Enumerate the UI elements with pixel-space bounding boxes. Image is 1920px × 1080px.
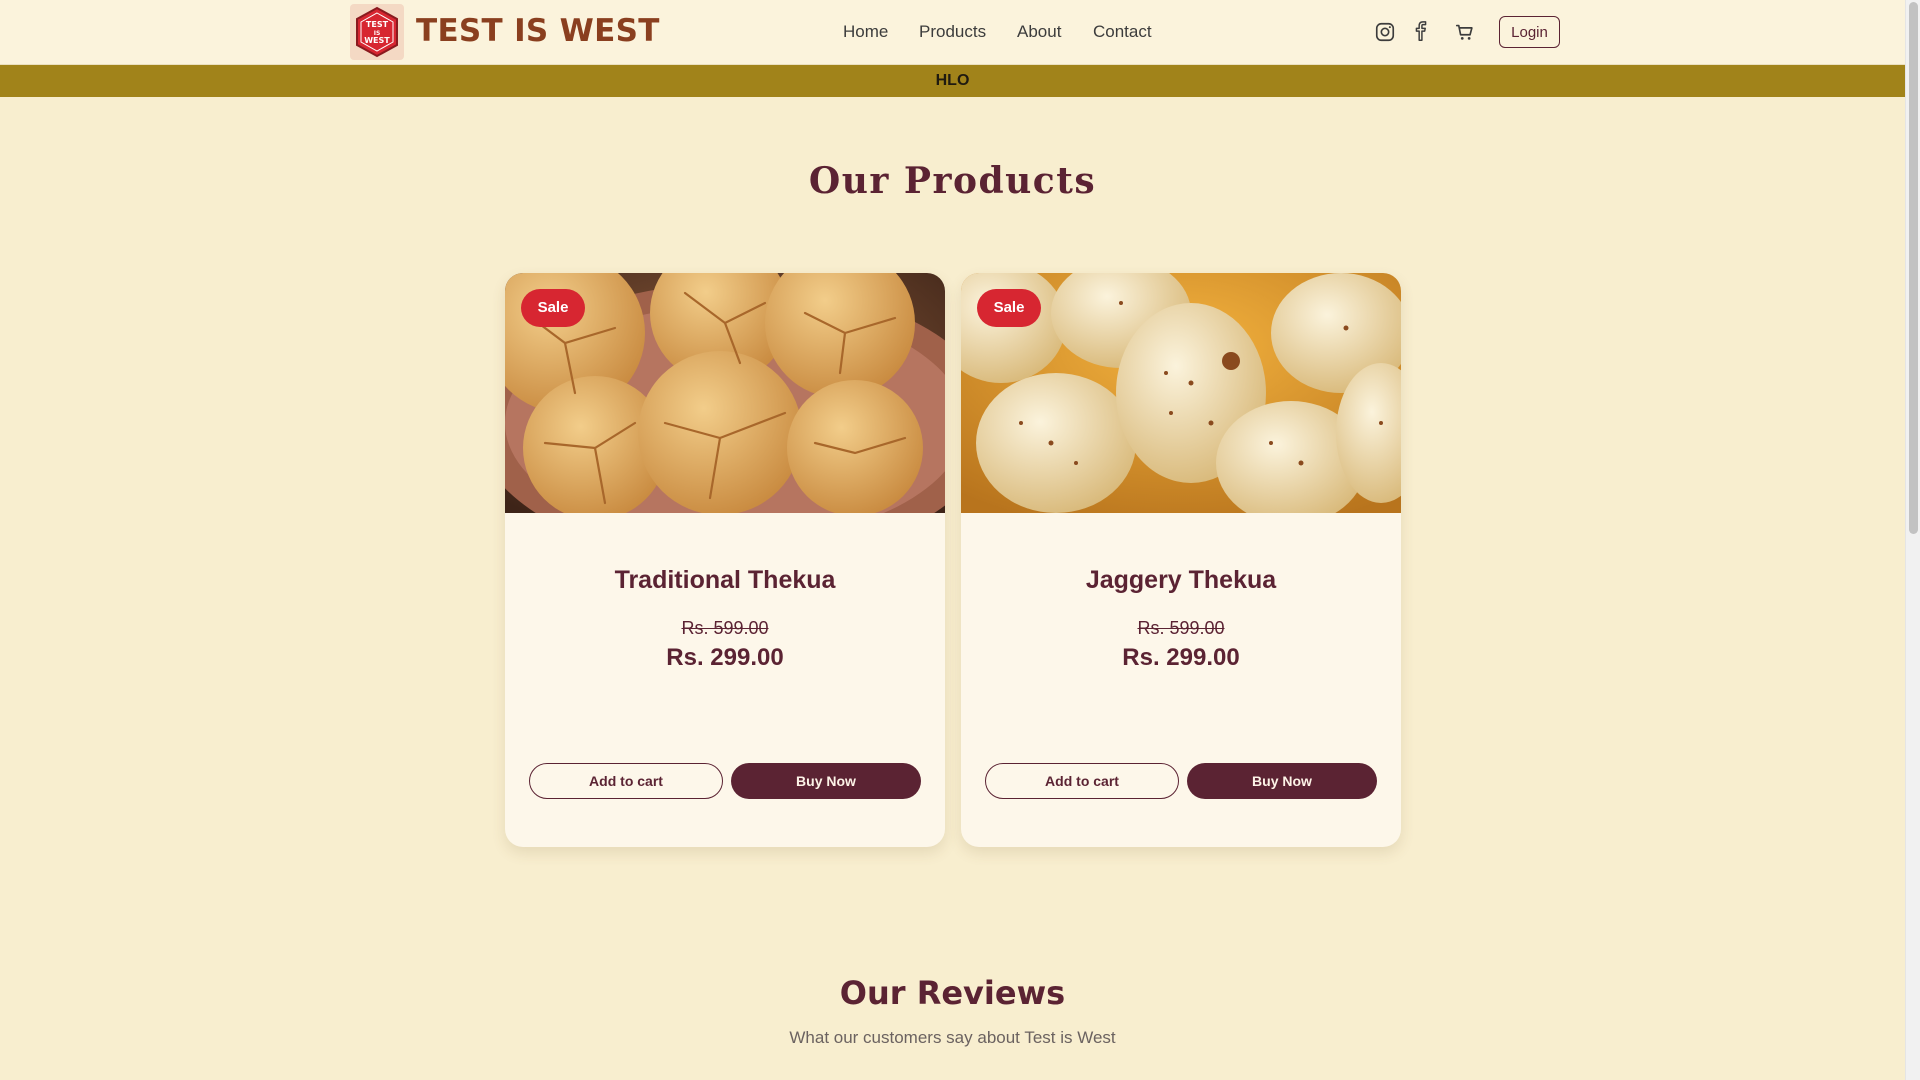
add-to-cart-button[interactable]: Add to cart bbox=[985, 763, 1179, 799]
cart-icon[interactable] bbox=[1454, 21, 1476, 43]
reviews-section-subtitle: What our customers say about Test is Wes… bbox=[789, 1028, 1116, 1047]
brand-name[interactable]: TEST IS WEST bbox=[416, 10, 660, 52]
scrollbar-thumb[interactable] bbox=[1909, 2, 1918, 534]
product-sale-price: Rs. 299.00 bbox=[666, 644, 784, 671]
nav-link-home[interactable]: Home bbox=[843, 19, 888, 45]
nav-link-products[interactable]: Products bbox=[919, 19, 986, 45]
nav-link-contact[interactable]: Contact bbox=[1093, 19, 1152, 45]
svg-text:TEST: TEST bbox=[366, 20, 389, 29]
sale-badge: Sale bbox=[977, 289, 1041, 327]
page-scrollbar[interactable] bbox=[1905, 0, 1920, 1080]
facebook-icon[interactable] bbox=[1410, 21, 1432, 43]
product-card[interactable]: Sale Traditional Thekua Rs. 599.00 Rs. 2… bbox=[505, 273, 945, 847]
product-sale-price: Rs. 299.00 bbox=[1122, 644, 1240, 671]
logo-hexagon-icon: TEST IS WEST bbox=[356, 6, 398, 58]
product-card[interactable]: Sale Jaggery Thekua Rs. 599.00 Rs. 299.0… bbox=[961, 273, 1401, 847]
product-original-price: Rs. 599.00 bbox=[681, 618, 769, 638]
reviews-section-title: Our Reviews bbox=[839, 974, 1066, 1012]
sale-badge: Sale bbox=[521, 289, 585, 327]
products-section-title: Our Products bbox=[808, 160, 1097, 202]
nav-link-about[interactable]: About bbox=[1017, 19, 1061, 45]
logo[interactable]: TEST IS WEST bbox=[350, 4, 404, 60]
site-header: TEST IS WEST TEST IS WEST Home Products … bbox=[0, 0, 1905, 65]
svg-text:WEST: WEST bbox=[364, 36, 390, 45]
product-name[interactable]: Traditional Thekua bbox=[505, 563, 945, 597]
add-to-cart-button[interactable]: Add to cart bbox=[529, 763, 723, 799]
buy-now-button[interactable]: Buy Now bbox=[1187, 763, 1377, 799]
product-name[interactable]: Jaggery Thekua bbox=[961, 563, 1401, 597]
login-button[interactable]: Login bbox=[1499, 16, 1560, 48]
product-original-price: Rs. 599.00 bbox=[1137, 618, 1225, 638]
instagram-icon[interactable] bbox=[1374, 21, 1396, 43]
announcement-bar: HLO bbox=[0, 65, 1905, 97]
buy-now-button[interactable]: Buy Now bbox=[731, 763, 921, 799]
